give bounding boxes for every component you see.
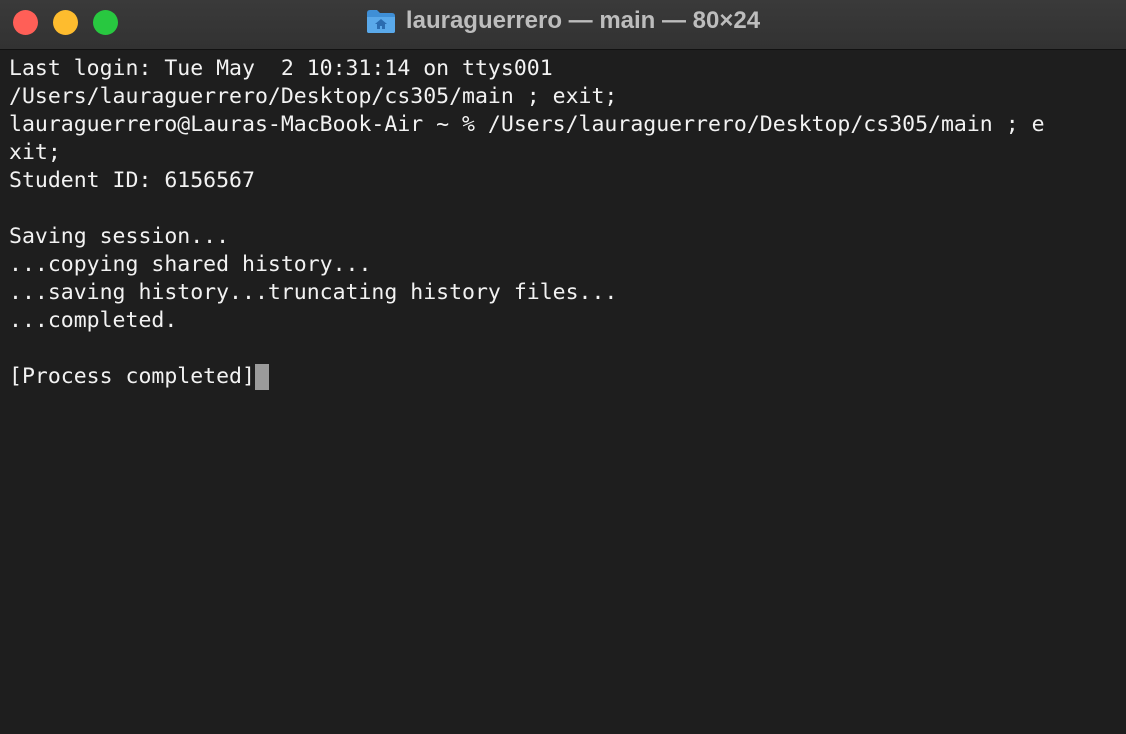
terminal-line: Student ID: 6156567 xyxy=(9,168,255,193)
window-title: lauraguerrero — main — 80×24 xyxy=(0,0,1126,42)
terminal-line: lauraguerrero@Lauras-MacBook-Air ~ % /Us… xyxy=(9,112,1045,137)
terminal-line: xit; xyxy=(9,140,61,165)
terminal-line: /Users/lauraguerrero/Desktop/cs305/main … xyxy=(9,84,618,109)
title-bar[interactable]: lauraguerrero — main — 80×24 xyxy=(0,0,1126,50)
terminal-line: ...saving history...truncating history f… xyxy=(9,280,618,305)
terminal-line: Saving session... xyxy=(9,224,230,249)
terminal-output[interactable]: Last login: Tue May 2 10:31:14 on ttys00… xyxy=(0,50,1126,734)
terminal-prompt-line: [Process completed] xyxy=(9,363,269,391)
terminal-line: ...completed. xyxy=(9,308,178,333)
text-cursor xyxy=(254,364,269,390)
terminal-line: ...copying shared history... xyxy=(9,252,372,277)
terminal-window: lauraguerrero — main — 80×24 Last login:… xyxy=(0,0,1126,734)
home-folder-icon xyxy=(366,10,395,33)
terminal-line: Last login: Tue May 2 10:31:14 on ttys00… xyxy=(9,56,553,81)
window-title-text: lauraguerrero — main — 80×24 xyxy=(405,7,761,34)
terminal-line-text: [Process completed] xyxy=(9,364,255,389)
